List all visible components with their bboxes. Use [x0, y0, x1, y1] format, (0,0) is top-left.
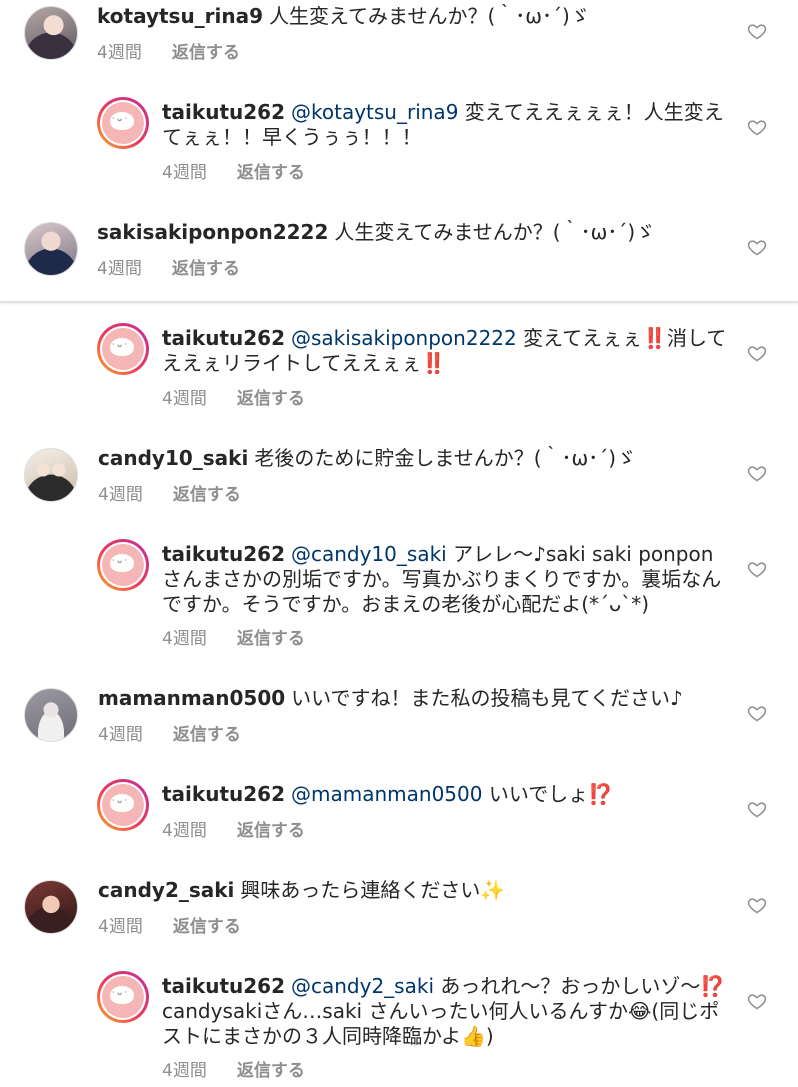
comment-text: mamanman0500 いいですね！また私の投稿も見てください♪: [98, 686, 728, 711]
comment-meta: 4週間 返信する: [162, 158, 305, 183]
reply-button[interactable]: 返信する: [173, 485, 241, 505]
avatar[interactable]: [24, 688, 78, 742]
comment-username[interactable]: candy10_saki: [98, 446, 248, 470]
comment-mention[interactable]: @candy2_saki: [291, 974, 434, 998]
reply-button[interactable]: 返信する: [237, 629, 305, 649]
comment-meta: 4週間 返信する: [98, 912, 241, 937]
reply-button[interactable]: 返信する: [237, 821, 305, 841]
heart-icon[interactable]: [747, 559, 767, 579]
comment-mention[interactable]: @candy10_saki: [291, 542, 447, 566]
comment-meta: 4週間 返信する: [162, 624, 305, 649]
reply-button[interactable]: 返信する: [172, 259, 240, 279]
comment-username[interactable]: candy2_saki: [98, 878, 234, 902]
heart-icon[interactable]: [747, 895, 767, 915]
comment-username[interactable]: taikutu262: [162, 326, 285, 350]
comment-meta: 4週間 返信する: [162, 1056, 305, 1081]
comment-text: taikutu262 @candy10_saki アレレ〜♪saki saki p…: [162, 542, 732, 617]
heart-icon[interactable]: [747, 703, 767, 723]
avatar[interactable]: [97, 97, 149, 149]
comment-username[interactable]: taikutu262: [162, 782, 285, 806]
comment-meta: 4週間 返信する: [98, 480, 241, 505]
heart-icon[interactable]: [747, 117, 767, 137]
heart-icon[interactable]: [747, 799, 767, 819]
comment-mention[interactable]: @kotaytsu_rina9: [291, 100, 458, 124]
comment-body: 人生変えてみませんか？(｀･ω･´)ゞ: [269, 4, 590, 28]
comment-meta: 4週間 返信する: [98, 720, 241, 745]
reply-button[interactable]: 返信する: [173, 725, 241, 745]
comment-text: candy2_saki 興味あったら連絡ください✨: [98, 878, 728, 903]
comment-time: 4週間: [162, 389, 207, 409]
heart-icon[interactable]: [747, 991, 767, 1011]
comment-meta: 4週間 返信する: [162, 384, 305, 409]
comment-username[interactable]: taikutu262: [162, 100, 285, 124]
heart-icon[interactable]: [747, 463, 767, 483]
comment-meta: 4週間 返信する: [97, 254, 240, 279]
heart-icon[interactable]: [747, 21, 767, 41]
comment-username[interactable]: kotaytsu_rina9: [97, 4, 263, 28]
reply-button[interactable]: 返信する: [172, 43, 240, 63]
comment-body: 興味あったら連絡ください✨: [240, 878, 506, 902]
comment-username[interactable]: taikutu262: [162, 542, 285, 566]
avatar[interactable]: [24, 448, 78, 502]
divider: [0, 301, 798, 303]
comment-text: taikutu262 @mamanman0500 いいでしょ⁉️: [162, 782, 732, 807]
comment-body: いいでしょ⁉️: [488, 782, 614, 806]
avatar[interactable]: [97, 971, 149, 1023]
comment-time: 4週間: [97, 259, 142, 279]
reply-button[interactable]: 返信する: [173, 917, 241, 937]
comment-time: 4週間: [98, 485, 143, 505]
comment-meta: 4週間 返信する: [97, 38, 240, 63]
avatar[interactable]: [24, 222, 78, 276]
comment-text: taikutu262 @candy2_saki あっれれ〜？おっかしいゾ〜⁉️ca…: [162, 974, 732, 1049]
comment-time: 4週間: [162, 1061, 207, 1081]
heart-icon[interactable]: [747, 343, 767, 363]
avatar[interactable]: [24, 6, 78, 60]
comment-meta: 4週間 返信する: [162, 816, 305, 841]
comment-mention[interactable]: @sakisakiponpon2222: [291, 326, 517, 350]
comment-time: 4週間: [162, 629, 207, 649]
comment-text: candy10_saki 老後のために貯金しませんか？(｀･ω･´)ゞ: [98, 446, 728, 471]
comment-time: 4週間: [98, 917, 143, 937]
comment-text: taikutu262 @kotaytsu_rina9 変えてええぇぇぇ！人生変えて…: [162, 100, 732, 150]
heart-icon[interactable]: [747, 237, 767, 257]
comment-body: 老後のために貯金しませんか？(｀･ω･´)ゞ: [254, 446, 637, 470]
avatar[interactable]: [24, 880, 78, 934]
comment-mention[interactable]: @mamanman0500: [291, 782, 482, 806]
avatar[interactable]: [97, 539, 149, 591]
comment-time: 4週間: [98, 725, 143, 745]
comment-username[interactable]: taikutu262: [162, 974, 285, 998]
reply-button[interactable]: 返信する: [237, 389, 305, 409]
comment-body: いいですね！また私の投稿も見てください♪: [291, 686, 683, 710]
reply-button[interactable]: 返信する: [237, 1061, 305, 1081]
comment-time: 4週間: [162, 163, 207, 183]
comment-body: 人生変えてみませんか？(｀･ω･´)ゞ: [334, 220, 656, 244]
comment-text: sakisakiponpon2222 人生変えてみませんか？(｀･ω･´)ゞ: [97, 220, 727, 245]
comment-text: taikutu262 @sakisakiponpon2222 変えてえぇぇ‼️消し…: [162, 326, 732, 376]
avatar[interactable]: [97, 323, 149, 375]
comment-username[interactable]: mamanman0500: [98, 686, 285, 710]
reply-button[interactable]: 返信する: [237, 163, 305, 183]
comment-time: 4週間: [97, 43, 142, 63]
comment-time: 4週間: [162, 821, 207, 841]
avatar[interactable]: [97, 779, 149, 831]
comment-text: kotaytsu_rina9 人生変えてみませんか？(｀･ω･´)ゞ: [97, 4, 727, 29]
comment-username[interactable]: sakisakiponpon2222: [97, 220, 328, 244]
